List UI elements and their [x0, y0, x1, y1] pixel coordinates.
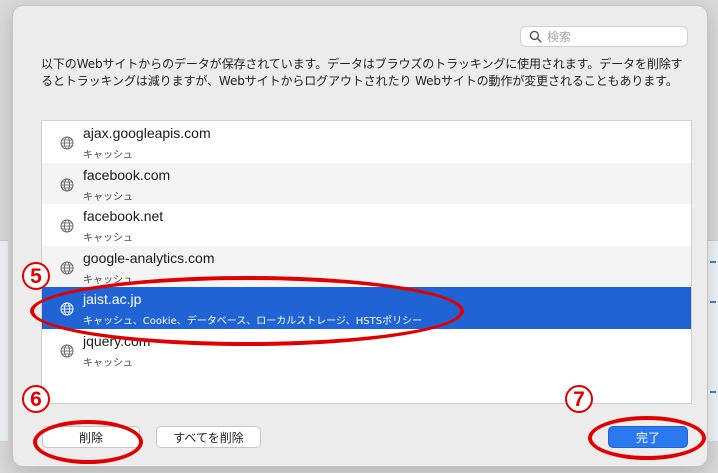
- delete-button[interactable]: 削除: [42, 426, 140, 448]
- delete-all-button[interactable]: すべてを削除: [156, 426, 261, 448]
- site-data-types: キャッシュ: [83, 150, 133, 161]
- site-data-types: キャッシュ: [83, 233, 133, 244]
- site-row-facebook-com[interactable]: facebook.com キャッシュ: [42, 162, 691, 204]
- site-data-types: キャッシュ: [83, 357, 133, 369]
- callout-number-5: 5: [22, 262, 50, 290]
- site-domain: jaist.ac.jp: [83, 291, 142, 307]
- site-domain: facebook.com: [83, 166, 171, 183]
- site-domain: ajax.googleapis.com: [83, 125, 211, 141]
- site-domain: jquery.com: [83, 332, 151, 349]
- website-list[interactable]: ajax.googleapis.com キャッシュ facebook.com キ…: [41, 120, 692, 404]
- search-field[interactable]: [520, 26, 688, 47]
- callout-number-6: 6: [22, 385, 50, 413]
- site-data-types: キャッシュ: [83, 191, 133, 203]
- site-domain: google-analytics.com: [83, 249, 215, 266]
- globe-icon: [60, 344, 74, 357]
- description-text: 以下のWebサイトからのデータが保存されています。データはブラウズのトラッキング…: [41, 57, 683, 88]
- site-row-jaist-selected[interactable]: jaist.ac.jp キャッシュ、Cookie、データベース、ローカルストレー…: [42, 287, 691, 329]
- callout-number-7: 7: [565, 385, 593, 413]
- site-data-types: キャッシュ、Cookie、データベース、ローカルストレージ、HSTSポリシー: [83, 316, 423, 327]
- site-row-facebook-net[interactable]: facebook.net キャッシュ: [42, 204, 691, 246]
- website-data-dialog: 以下のWebサイトからのデータが保存されています。データはブラウズのトラッキング…: [13, 6, 707, 466]
- done-button[interactable]: 完了: [608, 426, 688, 448]
- background-window-right: [708, 240, 718, 441]
- globe-icon: [60, 219, 74, 233]
- site-data-types: キャッシュ: [83, 274, 133, 286]
- search-input[interactable]: [547, 29, 667, 44]
- site-domain: facebook.net: [83, 208, 164, 224]
- site-row-jquery[interactable]: jquery.com キャッシュ: [42, 329, 691, 371]
- search-icon: [529, 30, 542, 43]
- background-window-left: [0, 240, 8, 441]
- globe-icon: [60, 178, 74, 191]
- globe-icon: [60, 261, 74, 274]
- globe-icon: [60, 302, 74, 316]
- site-row-google-analytics[interactable]: google-analytics.com キャッシュ: [42, 245, 691, 287]
- site-row-ajax-googleapis[interactable]: ajax.googleapis.com キャッシュ: [42, 121, 691, 163]
- globe-icon: [60, 136, 74, 150]
